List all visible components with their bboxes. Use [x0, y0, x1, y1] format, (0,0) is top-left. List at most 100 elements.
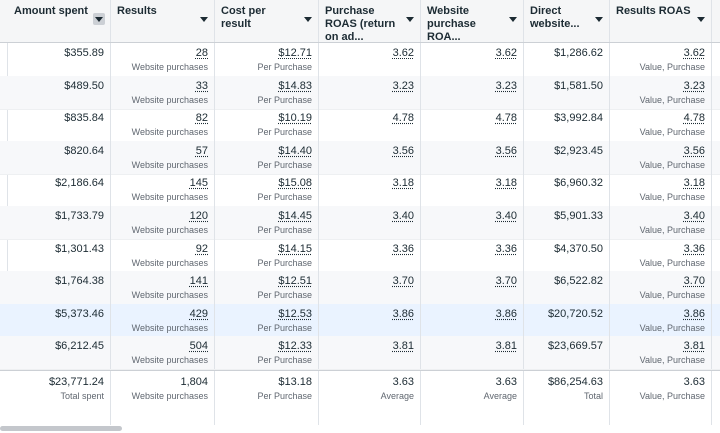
cell-direct-website: $6,960.32	[524, 173, 610, 206]
cell-caption: Per Purchase	[221, 62, 312, 73]
table-row[interactable]: $1,301.43 92 Website purchases $14.15 Per Pu…	[0, 239, 720, 273]
cell-value[interactable]: 3.56	[427, 145, 517, 158]
cell-value[interactable]: 3.62	[616, 47, 705, 60]
cell-value[interactable]: 429	[117, 308, 208, 321]
table-row[interactable]: $355.89 28 Website purchases $12.71 Per Purc…	[0, 43, 720, 77]
cell-value[interactable]: 3.86	[427, 308, 517, 321]
cell-caption: Value, Purchase	[616, 160, 705, 171]
chevron-down-icon[interactable]	[304, 17, 312, 22]
cell-value[interactable]: $14.45	[221, 210, 312, 223]
cell-caption: Website purchases	[117, 62, 208, 73]
cell-value[interactable]: 3.18	[427, 177, 517, 190]
cell-value[interactable]: $14.83	[221, 80, 312, 93]
cell-value[interactable]: 3.86	[616, 308, 705, 321]
cell-value[interactable]: 3.62	[427, 47, 517, 60]
cell-value[interactable]: 82	[117, 112, 208, 125]
cell-value[interactable]: $14.40	[221, 145, 312, 158]
chevron-down-icon[interactable]	[697, 17, 705, 22]
total-cost-per-result: $13.18 Per Purchase	[215, 371, 319, 425]
column-header-purchase-roas[interactable]: Purchase ROAS (return on ad...	[319, 0, 421, 42]
cell-purchase-roas: 3.36	[319, 239, 421, 272]
cell-value: $2,923.45	[530, 145, 603, 158]
cell-value[interactable]: $15.08	[221, 177, 312, 190]
column-header-website-purchase-roas[interactable]: Website purchase ROA...	[421, 0, 524, 42]
cell-value[interactable]: 3.56	[616, 145, 705, 158]
cell-value[interactable]: 3.36	[325, 243, 414, 256]
cell-value[interactable]: 57	[117, 145, 208, 158]
cell-caption: Value, Purchase	[616, 290, 705, 301]
cell-results: 92 Website purchases	[111, 239, 215, 272]
cell-website-purchase-roas: 3.56	[421, 141, 524, 174]
cell-cost-per-result: $10.19 Per Purchase	[215, 108, 319, 141]
column-header-results[interactable]: Results	[111, 0, 215, 42]
table-row[interactable]: $489.50 33 Website purchases $14.83 Per Purc…	[0, 76, 720, 110]
cell-direct-website: $20,720.52	[524, 304, 610, 337]
table-row[interactable]: $1,764.38 141 Website purchases $12.51 Per P…	[0, 271, 720, 305]
cell-value[interactable]: 3.18	[325, 177, 414, 190]
column-header-label: Purchase ROAS (return on ad...	[325, 5, 414, 44]
table-row[interactable]: $820.64 57 Website purchases $14.40 Per Purc…	[0, 141, 720, 175]
cell-value[interactable]: 141	[117, 275, 208, 288]
cell-value[interactable]: $14.15	[221, 243, 312, 256]
cell-value[interactable]: $12.53	[221, 308, 312, 321]
cell-value[interactable]: $10.19	[221, 112, 312, 125]
column-header-results-roas[interactable]: Results ROAS	[610, 0, 712, 42]
totals-row: $23,771.24 Total spent 1,804 Website pur…	[0, 370, 720, 433]
cell-value[interactable]: 92	[117, 243, 208, 256]
total-purchase-roas: 3.63 Average	[319, 371, 421, 425]
cell-value[interactable]: 3.40	[427, 210, 517, 223]
table-row[interactable]: $5,373.46 429 Website purchases $12.53 Per P…	[0, 304, 720, 338]
cell-value[interactable]: 3.23	[616, 80, 705, 93]
table-row[interactable]: $2,186.64 145 Website purchases $15.08 Per P…	[0, 173, 720, 207]
cell-value[interactable]: 145	[117, 177, 208, 190]
cell-caption: Website purchases	[117, 323, 208, 334]
cell-value[interactable]: 3.40	[325, 210, 414, 223]
column-header-amount-spent[interactable]: Amount spent	[8, 0, 111, 42]
cell-value[interactable]: 504	[117, 340, 208, 353]
cell-value[interactable]: 3.56	[325, 145, 414, 158]
cell-value[interactable]: 120	[117, 210, 208, 223]
cell-value[interactable]: 4.78	[616, 112, 705, 125]
cell-value[interactable]: 3.86	[325, 308, 414, 321]
cell-value[interactable]: 3.18	[616, 177, 705, 190]
cell-value[interactable]: 3.70	[427, 275, 517, 288]
cell-results: 429 Website purchases	[111, 304, 215, 337]
cell-value[interactable]: 3.81	[325, 340, 414, 353]
cell-purchase-roas: 3.18	[319, 173, 421, 206]
chevron-down-icon[interactable]	[595, 17, 603, 22]
cell-value[interactable]: 3.81	[427, 340, 517, 353]
sort-dropdown-icon[interactable]	[93, 13, 105, 25]
cell-value[interactable]: $12.33	[221, 340, 312, 353]
cell-value[interactable]: 3.70	[616, 275, 705, 288]
cell-value[interactable]: 3.70	[325, 275, 414, 288]
table-row[interactable]: $1,733.79 120 Website purchases $14.45 Per P…	[0, 206, 720, 240]
cell-caption: Website purchases	[117, 192, 208, 203]
cell-value[interactable]: 4.78	[427, 112, 517, 125]
cell-value[interactable]: 3.40	[616, 210, 705, 223]
cell-value[interactable]: 4.78	[325, 112, 414, 125]
cell-value[interactable]: 33	[117, 80, 208, 93]
cell-caption: Per Purchase	[221, 323, 312, 334]
table-row[interactable]: $835.84 82 Website purchases $10.19 Per Purc…	[0, 108, 720, 142]
cell-caption: Value, Purchase	[616, 258, 705, 269]
cell-value[interactable]: 3.62	[325, 47, 414, 60]
cell-value[interactable]: 3.23	[427, 80, 517, 93]
cell-value[interactable]: 28	[117, 47, 208, 60]
cell-value[interactable]: 3.81	[616, 340, 705, 353]
cell-value[interactable]: $12.71	[221, 47, 312, 60]
column-header-direct-website[interactable]: Direct website...	[524, 0, 610, 42]
column-header-cost-per-result[interactable]: Cost per result	[215, 0, 319, 42]
chevron-down-icon[interactable]	[509, 17, 517, 22]
table-row[interactable]: $6,212.45 504 Website purchases $12.33 Per P…	[0, 336, 720, 370]
chevron-down-icon[interactable]	[200, 17, 208, 22]
cell-amount-spent: $355.89	[8, 43, 111, 76]
cell-value[interactable]: 3.36	[616, 243, 705, 256]
cell-value[interactable]: 3.36	[427, 243, 517, 256]
cell-value: $835.84	[14, 112, 104, 125]
cell-value[interactable]: 3.23	[325, 80, 414, 93]
cell-value[interactable]: $12.51	[221, 275, 312, 288]
horizontal-scrollbar[interactable]	[0, 426, 122, 431]
cell-cost-per-result: $12.33 Per Purchase	[215, 336, 319, 369]
cell-amount-spent: $1,301.43	[8, 239, 111, 272]
chevron-down-icon[interactable]	[406, 17, 414, 22]
